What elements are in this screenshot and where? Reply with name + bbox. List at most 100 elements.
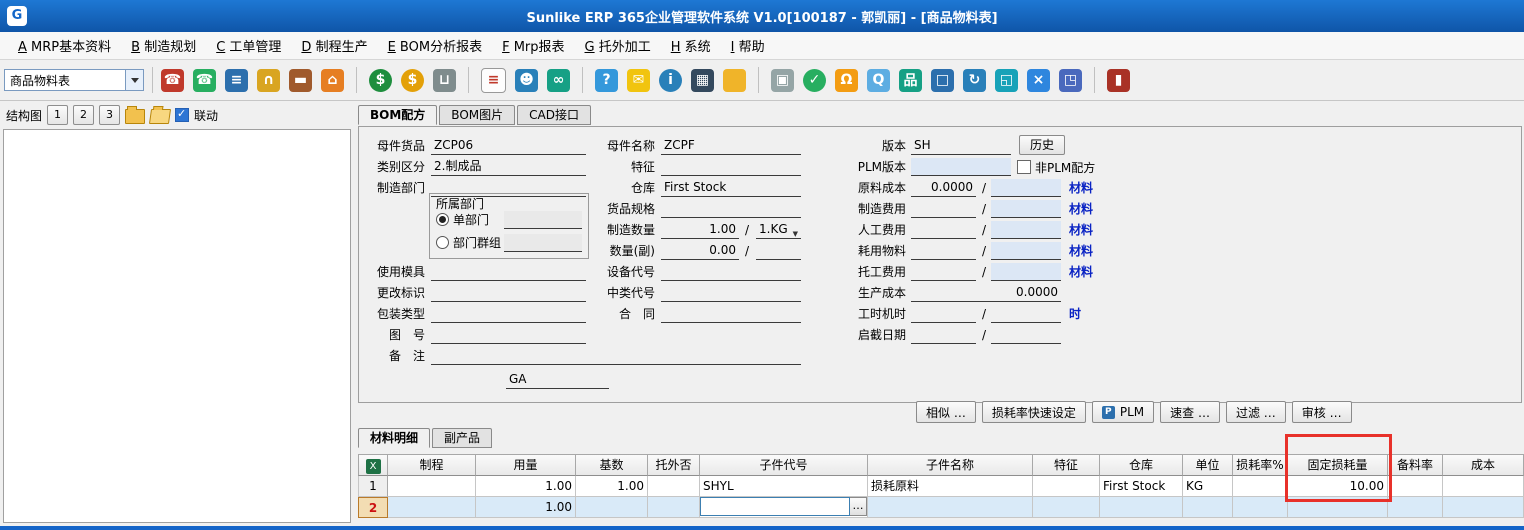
menu-item-b[interactable]: B 制造规划 [121,36,206,55]
grid-cell-r1-c4[interactable] [648,476,700,497]
help-icon[interactable]: ? [595,69,618,92]
expand-folder-icon[interactable] [149,109,171,124]
version-field[interactable]: SH [911,137,1011,155]
orgchart-icon[interactable]: 品 [899,69,922,92]
grid-cell-r2-c5[interactable]: … [700,497,868,518]
consume-material-field[interactable] [911,242,976,260]
excel-export-icon[interactable]: X [358,454,388,476]
audit-button[interactable]: 审核 … [1292,401,1352,423]
column-header-6[interactable]: 子件名称 [868,454,1033,476]
menu-item-g[interactable]: G 托外加工 [575,36,661,55]
date-end-field[interactable] [991,326,1061,344]
material-cost-link[interactable]: 材料 [1069,179,1093,196]
consume-material-field2[interactable] [991,242,1061,260]
row-header-2[interactable]: 2 [358,497,388,518]
grid-cell-r1-c10[interactable] [1233,476,1288,497]
mfg-qty-unit-combo[interactable]: 1.KG▼ [756,221,801,239]
date-start-field[interactable] [911,326,976,344]
menu-item-f[interactable]: F Mrp报表 [492,36,574,55]
single-dept-radio[interactable] [436,213,449,226]
column-header-7[interactable]: 特征 [1033,454,1100,476]
unit-dropdown-icon[interactable]: ▼ [793,226,798,239]
grid-cell-r1-c7[interactable] [1033,476,1100,497]
menu-item-c[interactable]: C 工单管理 [206,36,291,55]
approve-icon[interactable]: ✓ [803,69,826,92]
aux-qty-unit-field[interactable] [756,242,801,260]
menu-item-d[interactable]: D 制程生产 [291,36,377,55]
column-header-4[interactable]: 托外否 [648,454,700,476]
bom-tab-2[interactable]: BOM图片 [439,105,515,125]
grid-cell-r1-c11[interactable]: 10.00 [1288,476,1388,497]
dept-group-radio[interactable] [436,236,449,249]
monitor-icon[interactable]: □ [931,69,954,92]
feature-field[interactable] [661,158,801,176]
history-button[interactable]: 历史 [1019,135,1065,155]
mfg-fee-link[interactable]: 材料 [1069,200,1093,217]
remark-field[interactable] [431,347,801,365]
dept-group-field[interactable] [504,234,582,252]
cart-icon[interactable]: ⊔ [433,69,456,92]
copy-icon[interactable]: ▣ [771,69,794,92]
grid-cell-r2-c1[interactable] [388,497,476,518]
linkage-checkbox[interactable] [175,108,189,122]
chevron-down-icon[interactable] [125,70,143,90]
info-icon[interactable]: i [659,69,682,92]
hours-field2[interactable] [991,305,1061,323]
consume-material-link[interactable]: 材料 [1069,242,1093,259]
grid-cell-r2-c10[interactable] [1233,497,1288,518]
spec-field[interactable] [661,200,801,218]
menu-item-h[interactable]: H 系统 [661,36,721,55]
drawing-no-field[interactable] [431,326,586,344]
category-field[interactable]: 2.制成品 [431,158,586,176]
lookup-button[interactable]: … [850,497,867,516]
bell-icon[interactable]: Ω [835,69,858,92]
plm-version-field[interactable] [911,158,1011,176]
grid-cell-r2-c11[interactable] [1288,497,1388,518]
menu-item-i[interactable]: I 帮助 [721,36,775,55]
home-icon[interactable]: ⌂ [321,69,344,92]
menu-item-a[interactable]: A MRP基本资料 [8,36,121,55]
users-icon[interactable]: ☻ [515,69,538,92]
column-header-5[interactable]: 子件代号 [700,454,868,476]
filter-button[interactable]: 过滤 … [1226,401,1286,423]
bom-tab-1[interactable]: BOM配方 [358,105,437,125]
grid-cell-r2-c13[interactable] [1443,497,1524,518]
search-icon[interactable]: Q [867,69,890,92]
detail-tab-1[interactable]: 材料明细 [358,428,430,448]
mail-icon[interactable]: ✉ [627,69,650,92]
parent-name-field[interactable]: ZCPF [661,137,801,155]
refresh-icon[interactable]: ↻ [963,69,986,92]
subitem-code-input[interactable] [700,497,850,516]
form-selector[interactable]: 商品物料表 [4,69,144,91]
contract-field[interactable] [661,305,801,323]
grid-cell-r2-c3[interactable] [576,497,648,518]
column-header-13[interactable]: 成本 [1443,454,1524,476]
bom-tab-3[interactable]: CAD接口 [517,105,591,125]
column-header-12[interactable]: 备料率 [1388,454,1443,476]
labor-fee-field2[interactable] [991,221,1061,239]
calculator-icon[interactable]: ▦ [691,69,714,92]
level-1-button[interactable]: 1 [47,105,68,125]
grid-cell-r1-c6[interactable]: 损耗原料 [868,476,1033,497]
grid-cell-r2-c7[interactable] [1033,497,1100,518]
customer-service-icon[interactable]: ☎ [161,69,184,92]
labor-fee-field[interactable] [911,221,976,239]
level-3-button[interactable]: 3 [99,105,120,125]
non-plm-checkbox[interactable] [1017,160,1031,174]
outsource-fee-link[interactable]: 材料 [1069,263,1093,280]
remark-field-line2[interactable]: GA [506,371,609,389]
menu-item-e[interactable]: E BOM分析报表 [378,36,493,55]
prod-cost-field[interactable]: 0.0000 [911,284,1061,302]
grid-cell-r1-c1[interactable] [388,476,476,497]
window-icon[interactable]: ◳ [1059,69,1082,92]
lock-icon[interactable]: ∩ [257,69,280,92]
plm-button[interactable]: PPLM [1092,401,1154,423]
grid-cell-r1-c3[interactable]: 1.00 [576,476,648,497]
collapse-folder-icon[interactable] [125,109,145,124]
hours-field[interactable] [911,305,976,323]
quick-view-button[interactable]: 速查 … [1160,401,1220,423]
single-dept-field[interactable] [504,211,582,229]
detail-tab-2[interactable]: 副产品 [432,428,492,448]
similar-button[interactable]: 相似 … [916,401,976,423]
close-icon[interactable]: × [1027,69,1050,92]
